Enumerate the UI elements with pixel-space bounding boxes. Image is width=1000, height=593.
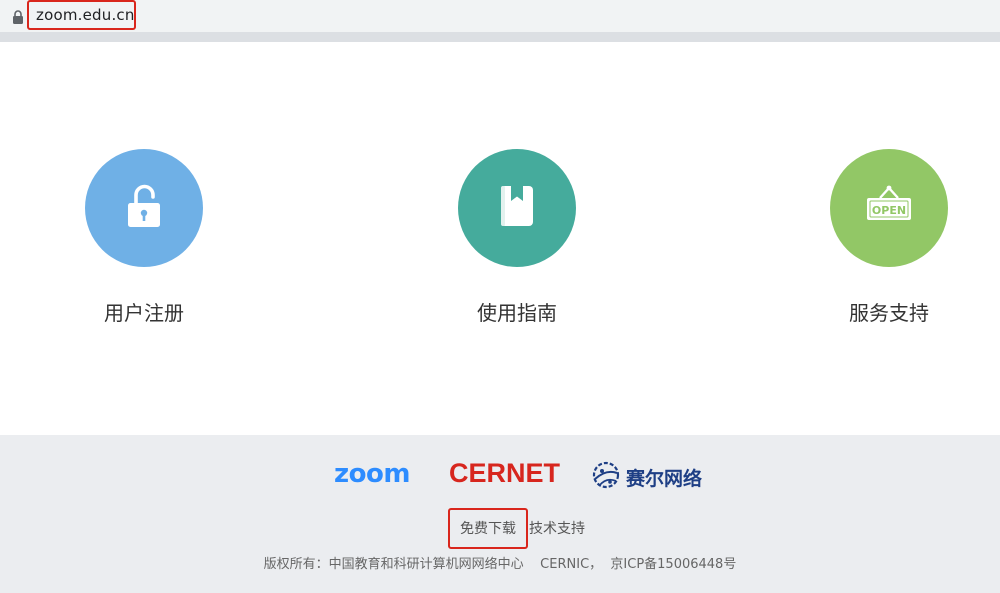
partner-logos: zoom CERNET 赛尔网络 — [0, 457, 1000, 493]
feature-user-register-circle[interactable] — [85, 149, 203, 267]
feature-service-support-circle[interactable]: OPEN — [830, 149, 948, 267]
book-icon — [497, 184, 537, 232]
feature-user-guide-circle[interactable] — [458, 149, 576, 267]
saier-network-logo[interactable]: 赛尔网络 — [590, 461, 702, 493]
globe-icon — [590, 459, 622, 495]
unlock-icon — [124, 184, 164, 232]
feature-user-register-label[interactable]: 用户注册 — [44, 297, 244, 326]
url-highlight-box — [27, 0, 136, 30]
copyright-text: 版权所有：中国教育和科研计算机网网络中心 CERNIC， 京ICP备150064… — [263, 557, 737, 572]
open-sign-text: OPEN — [872, 204, 906, 217]
main-content: 用户注册 使用指南 OPEN 服务支持 — [0, 42, 1000, 435]
feature-user-register[interactable]: 用户注册 — [44, 149, 244, 326]
feature-user-guide[interactable]: 使用指南 — [417, 149, 617, 326]
zoom-logo[interactable]: zoom — [334, 459, 410, 489]
open-sign-icon: OPEN — [864, 184, 914, 232]
feature-service-support-label[interactable]: 服务支持 — [789, 297, 989, 326]
feature-user-guide-label[interactable]: 使用指南 — [417, 297, 617, 326]
download-highlight-box — [448, 508, 528, 549]
feature-service-support[interactable]: OPEN 服务支持 — [789, 149, 989, 326]
saier-logo-text: 赛尔网络 — [626, 467, 703, 490]
lock-icon — [12, 9, 24, 24]
browser-address-bar[interactable]: zoom.edu.cn — [0, 0, 1000, 32]
tech-support-link[interactable]: 技术支持 — [529, 518, 585, 538]
cernet-logo[interactable]: CERNET — [449, 458, 560, 489]
browser-divider — [0, 32, 1000, 42]
